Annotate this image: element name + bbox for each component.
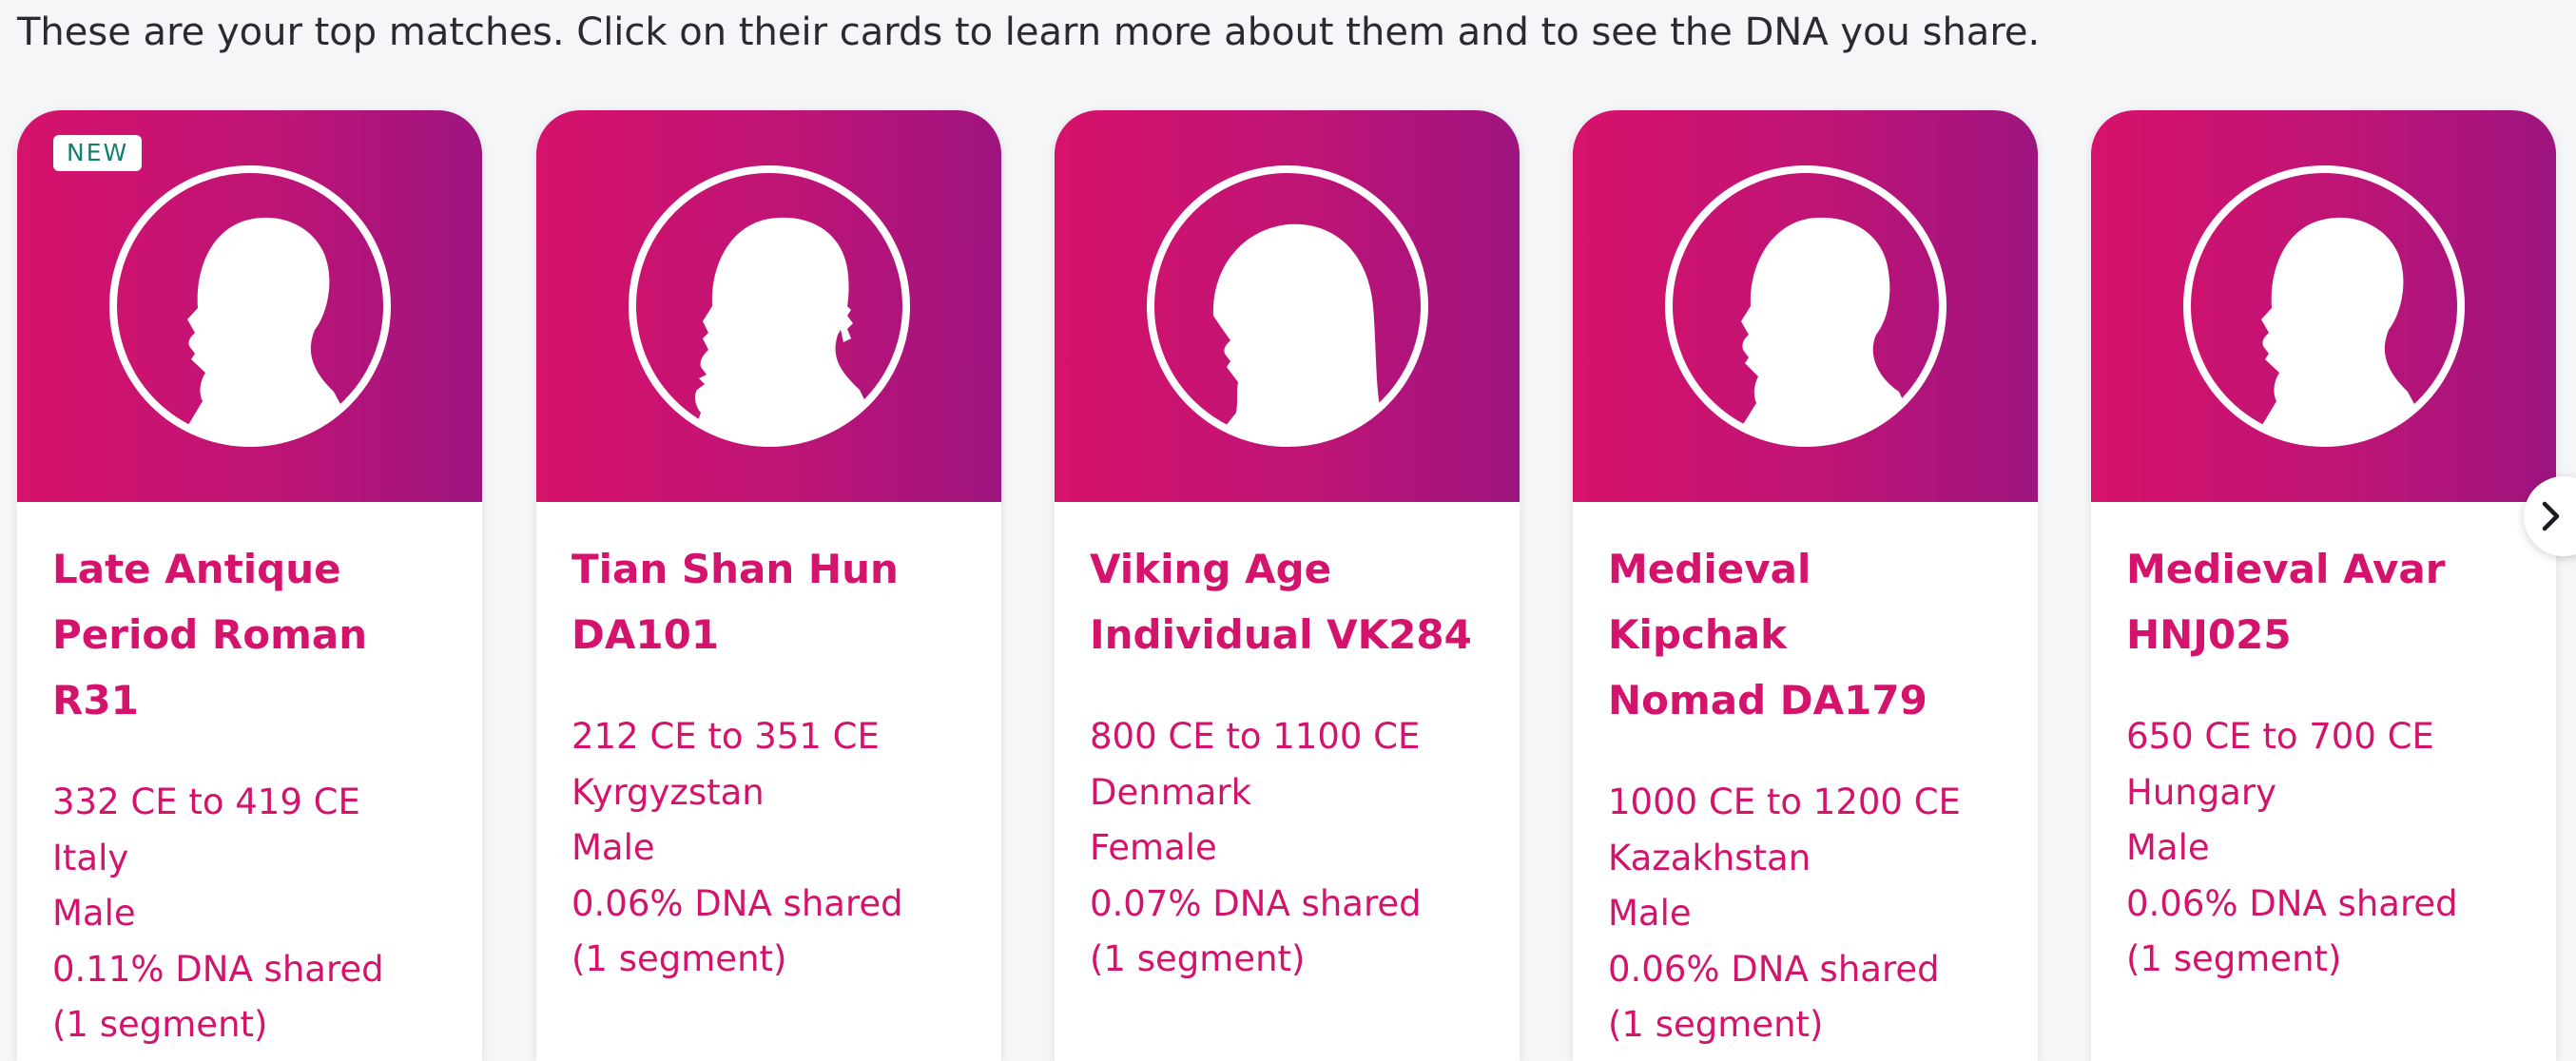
location: Hungary [2126,771,2276,813]
sex: Male [2126,827,2210,868]
female-silhouette-icon [1145,164,1430,449]
card-header [1055,110,1520,502]
match-card-tian-shan-hun-da101[interactable]: Tian Shan Hun DA101 212 CE to 351 CE Kyr… [536,110,1001,1061]
card-body: Tian Shan Hun DA101 212 CE to 351 CE Kyr… [536,502,1001,988]
male-silhouette-icon [1663,164,1948,449]
card-title-line-1: Medieval Avar [2126,546,2446,592]
date-range: 650 CE to 700 CE [2126,716,2434,757]
date-range: 332 CE to 419 CE [52,781,360,822]
card-title: Tian Shan Hun DA101 [571,536,967,667]
card-title-line-2: Nomad DA179 [1608,677,1927,723]
male-silhouette-icon [107,164,393,449]
dna-shared: 0.06% DNA shared [571,882,903,924]
card-header [536,110,1001,502]
card-title-line-1: Viking Age [1090,546,1332,592]
card-title: Medieval Avar HNJ025 [2126,536,2522,667]
card-header [2091,110,2556,502]
card-header [1573,110,2038,502]
card-facts: 800 CE to 1100 CE Denmark Female 0.07% D… [1090,709,1485,988]
card-body: Medieval Avar HNJ025 650 CE to 700 CE Hu… [2091,502,2556,988]
card-title-line-1: Medieval Kipchak [1608,546,1811,658]
location: Denmark [1090,771,1252,813]
location: Kazakhstan [1608,837,1811,878]
card-title-line-2: Period Roman R31 [52,611,368,723]
sex: Male [1608,893,1692,934]
match-card-viking-age-vk284[interactable]: Viking Age Individual VK284 800 CE to 11… [1055,110,1520,1061]
sex: Male [571,827,655,868]
chevron-right-icon [2542,501,2560,531]
sex: Female [1090,827,1217,868]
card-header: NEW [17,110,482,502]
card-facts: 1000 CE to 1200 CE Kazakhstan Male 0.06%… [1608,775,2004,1053]
card-facts: 212 CE to 351 CE Kyrgyzstan Male 0.06% D… [571,709,967,988]
bearded-male-silhouette-icon [627,164,912,449]
dna-shared: 0.06% DNA shared [2126,882,2458,924]
card-title: Medieval Kipchak Nomad DA179 [1608,536,2004,733]
match-card-medieval-avar-hnj025[interactable]: Medieval Avar HNJ025 650 CE to 700 CE Hu… [2091,110,2556,1061]
card-title-line-2: DA101 [571,611,720,658]
dna-shared: 0.07% DNA shared [1090,882,1422,924]
segment-count: (1 segment) [52,1004,268,1045]
card-title-line-1: Tian Shan Hun [571,546,899,592]
card-title: Late Antique Period Roman R31 [52,536,448,733]
segment-count: (1 segment) [1090,938,1306,979]
segment-count: (1 segment) [2126,938,2342,979]
card-facts: 650 CE to 700 CE Hungary Male 0.06% DNA … [2126,709,2522,988]
match-card-medieval-kipchak-da179[interactable]: Medieval Kipchak Nomad DA179 1000 CE to … [1573,110,2038,1061]
card-title-line-2: HNJ025 [2126,611,2292,658]
dna-shared: 0.11% DNA shared [52,948,384,990]
match-card-late-antique-roman-r31[interactable]: NEW Late Antique Period Roman R31 332 CE… [17,110,482,1061]
sex: Male [52,893,136,934]
date-range: 1000 CE to 1200 CE [1608,781,1961,822]
dna-shared: 0.06% DNA shared [1608,948,1940,990]
location: Italy [52,837,129,878]
segment-count: (1 segment) [1608,1004,1824,1045]
card-body: Viking Age Individual VK284 800 CE to 11… [1055,502,1520,988]
card-body: Late Antique Period Roman R31 332 CE to … [17,502,482,1053]
card-title-line-2: Individual VK284 [1090,611,1472,658]
matches-carousel: NEW Late Antique Period Roman R31 332 CE… [0,110,2576,1061]
card-body: Medieval Kipchak Nomad DA179 1000 CE to … [1573,502,2038,1053]
card-title-line-1: Late Antique [52,546,341,592]
location: Kyrgyzstan [571,771,765,813]
card-facts: 332 CE to 419 CE Italy Male 0.11% DNA sh… [52,775,448,1053]
segment-count: (1 segment) [571,938,787,979]
intro-text: These are your top matches. Click on the… [17,10,2041,54]
date-range: 212 CE to 351 CE [571,716,880,757]
date-range: 800 CE to 1100 CE [1090,716,1421,757]
male-silhouette-icon [2181,164,2467,449]
card-title: Viking Age Individual VK284 [1090,536,1485,667]
